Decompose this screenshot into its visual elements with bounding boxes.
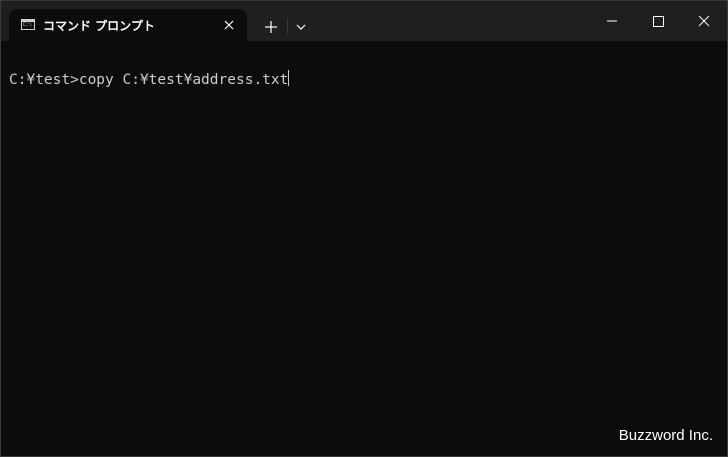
- tab-close-button[interactable]: [221, 17, 237, 33]
- close-icon: [224, 20, 234, 30]
- new-tab-button[interactable]: [259, 15, 283, 39]
- terminal-window: C:\ コマンド プロンプト C:¥test>copy C:¥test¥addr…: [0, 0, 728, 457]
- text-cursor: [288, 70, 290, 86]
- close-icon: [698, 15, 710, 27]
- maximize-icon: [653, 16, 664, 27]
- plus-icon: [265, 21, 277, 33]
- prompt-text: C:¥test>: [9, 72, 79, 88]
- title-bar: C:\ コマンド プロンプト: [1, 1, 727, 41]
- command-line[interactable]: C:¥test>copy C:¥test¥address.txt: [9, 70, 290, 89]
- command-prompt-icon: C:\: [21, 19, 35, 30]
- chevron-down-icon: [296, 24, 306, 30]
- maximize-button[interactable]: [635, 1, 681, 41]
- minimize-button[interactable]: [589, 1, 635, 41]
- titlebar-divider: [287, 18, 288, 34]
- minimize-icon: [607, 20, 617, 22]
- watermark: Buzzword Inc.: [618, 427, 713, 444]
- terminal-output[interactable]: C:¥test>copy C:¥test¥address.txt Buzzwor…: [1, 41, 727, 456]
- profile-dropdown-button[interactable]: [293, 15, 309, 39]
- tab-title: コマンド プロンプト: [43, 19, 155, 33]
- close-window-button[interactable]: [681, 1, 727, 41]
- tab-command-prompt[interactable]: C:\ コマンド プロンプト: [9, 9, 247, 41]
- command-text: copy C:¥test¥address.txt: [78, 72, 289, 88]
